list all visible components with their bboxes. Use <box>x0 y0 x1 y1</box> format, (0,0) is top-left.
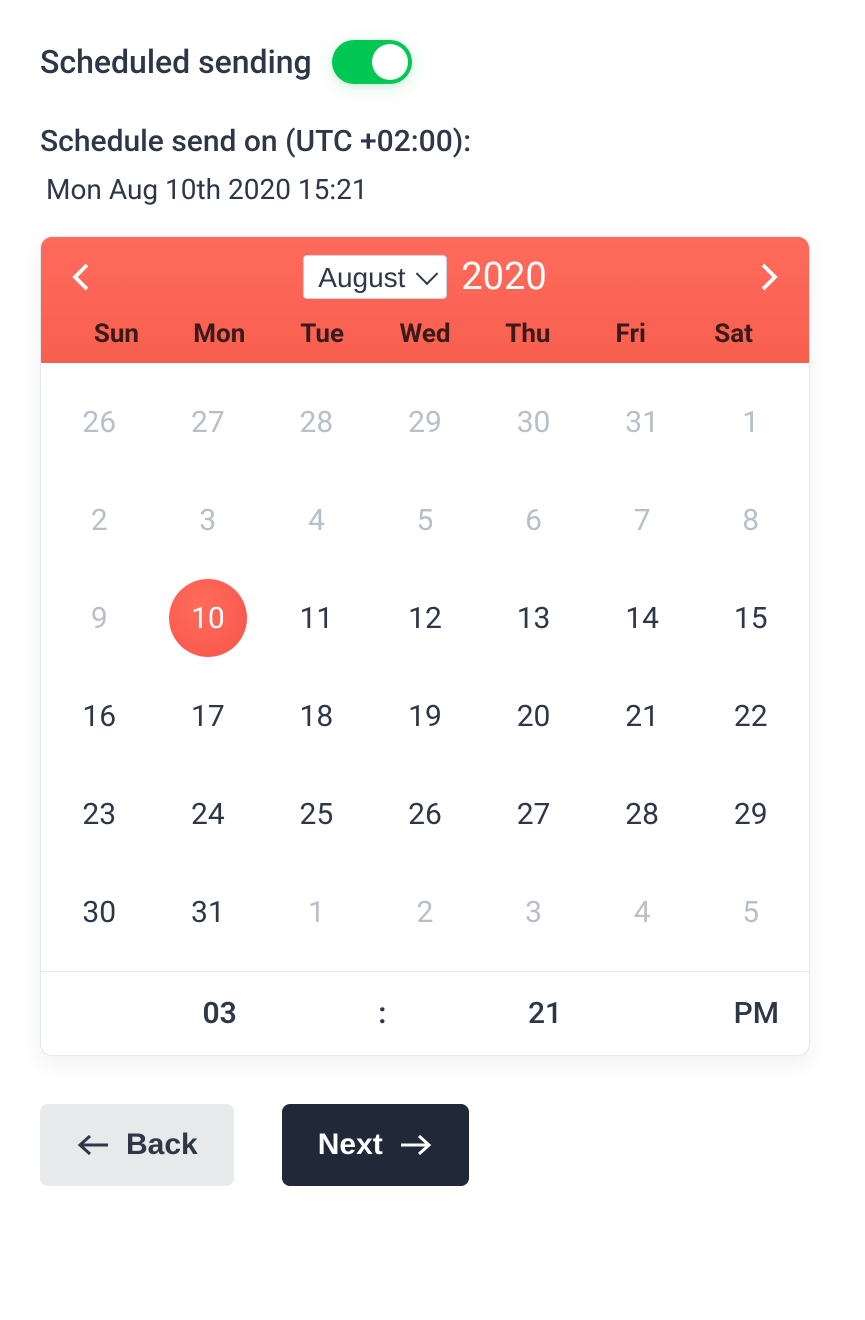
day-cell[interactable]: 19 <box>371 667 480 765</box>
calendar: August 2020 Sun Mon Tue Wed Thu Fri Sat … <box>40 236 810 1056</box>
day-cell[interactable]: 26 <box>45 373 154 471</box>
next-button[interactable]: Next <box>282 1104 469 1186</box>
arrow-right-icon <box>399 1133 433 1157</box>
day-cell[interactable]: 7 <box>588 471 697 569</box>
time-picker: 03 : 21 PM <box>41 971 809 1055</box>
day-cell[interactable]: 26 <box>371 765 480 863</box>
day-cell[interactable]: 6 <box>479 471 588 569</box>
weekday-row: Sun Mon Tue Wed Thu Fri Sat <box>61 309 789 363</box>
day-cell[interactable]: 31 <box>154 863 263 961</box>
weekday-sat: Sat <box>682 319 785 349</box>
day-cell[interactable]: 10 <box>154 569 263 667</box>
schedule-send-on-label: Schedule send on (UTC +02:00): <box>20 124 845 159</box>
arrow-left-icon <box>76 1133 110 1157</box>
day-cell[interactable]: 9 <box>45 569 154 667</box>
day-cell[interactable]: 18 <box>262 667 371 765</box>
day-cell[interactable]: 30 <box>45 863 154 961</box>
day-cell[interactable]: 13 <box>479 569 588 667</box>
day-cell[interactable]: 29 <box>696 765 805 863</box>
days-grid: 2627282930311234567891011121314151617181… <box>41 363 809 971</box>
time-minute[interactable]: 21 <box>396 996 693 1031</box>
month-select[interactable]: August <box>303 255 447 299</box>
day-cell[interactable]: 20 <box>479 667 588 765</box>
day-cell[interactable]: 21 <box>588 667 697 765</box>
day-cell[interactable]: 2 <box>371 863 480 961</box>
time-hour[interactable]: 03 <box>71 996 368 1031</box>
chevron-right-icon <box>760 262 778 292</box>
day-cell[interactable]: 30 <box>479 373 588 471</box>
day-cell[interactable]: 29 <box>371 373 480 471</box>
day-cell[interactable]: 24 <box>154 765 263 863</box>
time-separator: : <box>368 996 396 1031</box>
next-month-button[interactable] <box>749 257 789 297</box>
back-button[interactable]: Back <box>40 1104 234 1186</box>
day-cell[interactable]: 23 <box>45 765 154 863</box>
day-cell[interactable]: 22 <box>696 667 805 765</box>
weekday-wed: Wed <box>374 319 477 349</box>
day-cell[interactable]: 5 <box>371 471 480 569</box>
day-cell[interactable]: 27 <box>479 765 588 863</box>
day-cell[interactable]: 28 <box>588 765 697 863</box>
day-cell[interactable]: 4 <box>588 863 697 961</box>
back-button-label: Back <box>126 1128 198 1162</box>
calendar-header: August 2020 Sun Mon Tue Wed Thu Fri Sat <box>41 237 809 363</box>
schedule-datetime-value: Mon Aug 10th 2020 15:21 <box>20 173 845 206</box>
weekday-sun: Sun <box>65 319 168 349</box>
day-cell[interactable]: 16 <box>45 667 154 765</box>
day-cell[interactable]: 17 <box>154 667 263 765</box>
day-cell[interactable]: 12 <box>371 569 480 667</box>
day-cell[interactable]: 3 <box>479 863 588 961</box>
day-cell[interactable]: 15 <box>696 569 805 667</box>
day-cell[interactable]: 2 <box>45 471 154 569</box>
day-cell[interactable]: 31 <box>588 373 697 471</box>
chevron-left-icon <box>72 262 90 292</box>
day-cell[interactable]: 3 <box>154 471 263 569</box>
time-ampm[interactable]: PM <box>694 996 779 1031</box>
day-cell[interactable]: 1 <box>696 373 805 471</box>
next-button-label: Next <box>318 1128 383 1162</box>
weekday-tue: Tue <box>271 319 374 349</box>
day-cell[interactable]: 28 <box>262 373 371 471</box>
weekday-mon: Mon <box>168 319 271 349</box>
day-cell[interactable]: 5 <box>696 863 805 961</box>
day-cell[interactable]: 25 <box>262 765 371 863</box>
weekday-fri: Fri <box>579 319 682 349</box>
day-cell[interactable]: 4 <box>262 471 371 569</box>
day-cell[interactable]: 11 <box>262 569 371 667</box>
prev-month-button[interactable] <box>61 257 101 297</box>
day-cell[interactable]: 27 <box>154 373 263 471</box>
day-cell[interactable]: 14 <box>588 569 697 667</box>
toggle-knob <box>372 44 408 80</box>
day-cell[interactable]: 1 <box>262 863 371 961</box>
scheduled-sending-toggle[interactable] <box>332 40 412 84</box>
year-label[interactable]: 2020 <box>461 255 546 299</box>
weekday-thu: Thu <box>476 319 579 349</box>
scheduled-sending-label: Scheduled sending <box>40 43 312 81</box>
day-cell[interactable]: 8 <box>696 471 805 569</box>
